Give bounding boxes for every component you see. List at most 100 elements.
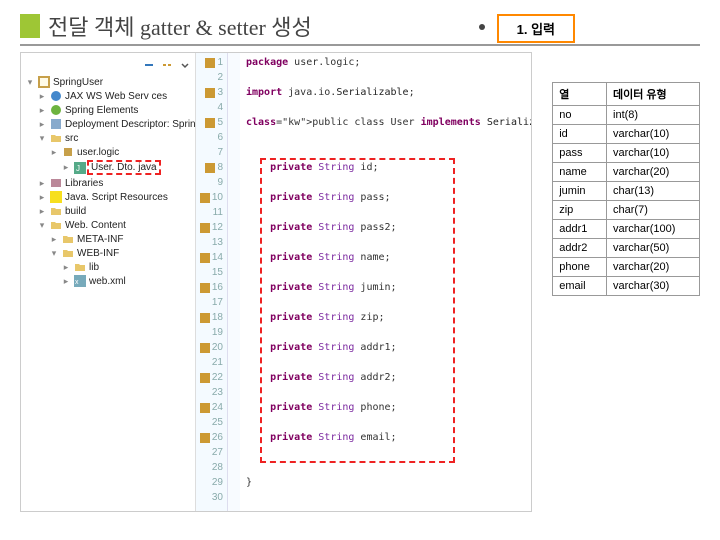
expand-icon[interactable]: ▸ — [61, 276, 71, 286]
line-marker-icon — [200, 283, 210, 293]
tree-item[interactable]: ▸Deployment Descriptor: SpringU — [37, 117, 191, 131]
schema-cell: char(7) — [607, 201, 700, 220]
tree-label: build — [65, 206, 86, 217]
expand-icon[interactable]: ▸ — [37, 105, 47, 115]
code-line — [246, 70, 532, 85]
project-explorer[interactable]: ▾ SpringUser ▸JAX WS Web Serv ces▸Spring… — [21, 53, 196, 511]
code-line: } — [246, 475, 532, 490]
schema-row: idvarchar(10) — [553, 125, 700, 144]
code-pane[interactable]: package user.logic; import java.io.Serial… — [240, 53, 532, 511]
gutter-line: 18 — [196, 310, 227, 325]
code-editor[interactable]: 1234567891011121314151617181920212223242… — [196, 53, 532, 511]
svg-text:x: x — [75, 279, 79, 286]
line-marker-icon — [200, 253, 210, 263]
expand-icon[interactable]: ▾ — [37, 133, 47, 143]
code-line — [246, 265, 532, 280]
collapse-icon[interactable] — [143, 59, 155, 71]
tree-item[interactable]: ▸Libraries — [37, 176, 191, 190]
expand-icon[interactable]: ▸ — [49, 147, 59, 157]
code-line — [246, 325, 532, 340]
line-marker-icon — [205, 58, 215, 68]
gutter-line: 12 — [196, 220, 227, 235]
expand-icon[interactable]: ▸ — [37, 192, 47, 202]
schema-row: passvarchar(10) — [553, 144, 700, 163]
expand-icon[interactable]: ▾ — [49, 248, 59, 258]
gutter-line: 28 — [196, 460, 227, 475]
gutter-line: 14 — [196, 250, 227, 265]
tree-label: src — [65, 133, 78, 144]
tree-item[interactable]: ▾Web. Content — [37, 218, 191, 232]
expand-icon[interactable]: ▸ — [37, 206, 47, 216]
schema-row: addr1varchar(100) — [553, 220, 700, 239]
slide-title-bar: 전달 객체 gatter & setter 생성 1. 입력 — [20, 10, 700, 46]
tree-item[interactable]: ▸Spring Elements — [37, 103, 191, 117]
line-marker-icon — [200, 223, 210, 233]
code-line: package user.logic; — [246, 55, 532, 70]
schema-table: 열 데이터 유형 noint(8)idvarchar(10)passvarcha… — [552, 82, 700, 296]
schema-cell: varchar(10) — [607, 144, 700, 163]
gutter-line: 25 — [196, 415, 227, 430]
expand-icon[interactable]: ▸ — [61, 262, 71, 272]
expand-icon[interactable]: ▸ — [49, 234, 59, 244]
code-line: private String phone; — [246, 400, 532, 415]
gutter-line: 7 — [196, 145, 227, 160]
gutter-line: 13 — [196, 235, 227, 250]
code-line — [246, 490, 532, 505]
code-line — [246, 145, 532, 160]
folder-icon — [50, 205, 62, 217]
line-marker-icon — [200, 433, 210, 443]
code-line: private String zip; — [246, 310, 532, 325]
code-line: import java.io.Serializable; — [246, 85, 532, 100]
title-accent — [20, 14, 40, 38]
schema-header-type: 데이터 유형 — [607, 83, 700, 106]
tree-item[interactable]: ▾WEB-INF — [49, 246, 191, 260]
code-line: private String addr2; — [246, 370, 532, 385]
link-icon[interactable] — [161, 59, 173, 71]
tree-item[interactable]: ▸lib — [61, 260, 191, 274]
menu-icon[interactable] — [179, 59, 191, 71]
svg-text:J: J — [76, 164, 80, 173]
tree-item[interactable]: ▾ src — [37, 131, 191, 145]
gutter-line: 22 — [196, 370, 227, 385]
gutter-line: 10 — [196, 190, 227, 205]
schema-row: namevarchar(20) — [553, 163, 700, 182]
gutter-line: 15 — [196, 265, 227, 280]
tree-item[interactable]: ▸user.logic — [49, 145, 191, 159]
gutter-line: 24 — [196, 400, 227, 415]
schema-row: juminchar(13) — [553, 182, 700, 201]
code-line — [246, 175, 532, 190]
expand-icon[interactable]: ▾ — [37, 220, 47, 230]
slide-title: 전달 객체 gatter & setter 생성 — [48, 10, 312, 42]
code-line — [246, 295, 532, 310]
schema-row: emailvarchar(30) — [553, 277, 700, 296]
tree-item[interactable]: ▸xweb.xml — [61, 274, 191, 288]
project-root[interactable]: ▾ SpringUser — [25, 75, 191, 89]
dd-icon — [50, 118, 62, 130]
gutter-line: 30 — [196, 490, 227, 505]
code-line: private String pass; — [246, 190, 532, 205]
tree-item[interactable]: ▸Java. Script Resources — [37, 190, 191, 204]
code-line — [246, 100, 532, 115]
step-badge: 1. 입력 — [497, 14, 575, 43]
code-line — [246, 130, 532, 145]
line-marker-icon — [200, 373, 210, 383]
xml-icon: x — [74, 275, 86, 287]
schema-cell: phone — [553, 258, 607, 277]
tree-item[interactable]: ▸JAX WS Web Serv ces — [37, 89, 191, 103]
gutter-line: 26 — [196, 430, 227, 445]
project-icon — [38, 76, 50, 88]
expand-icon[interactable]: ▸ — [37, 91, 47, 101]
tree-item[interactable]: ▸META-INF — [49, 232, 191, 246]
expand-icon[interactable]: ▸ — [61, 163, 71, 173]
schema-cell: varchar(30) — [607, 277, 700, 296]
schema-row: zipchar(7) — [553, 201, 700, 220]
spring-icon — [50, 104, 62, 116]
folder-icon — [50, 132, 62, 144]
tree-item[interactable]: ▸ build — [37, 204, 191, 218]
schema-cell: jumin — [553, 182, 607, 201]
tree-item[interactable]: ▸JUser. Dto. java — [61, 159, 191, 176]
expand-icon[interactable]: ▾ — [25, 77, 35, 87]
tree-label: SpringUser — [53, 77, 103, 88]
expand-icon[interactable]: ▸ — [37, 119, 47, 129]
expand-icon[interactable]: ▸ — [37, 178, 47, 188]
